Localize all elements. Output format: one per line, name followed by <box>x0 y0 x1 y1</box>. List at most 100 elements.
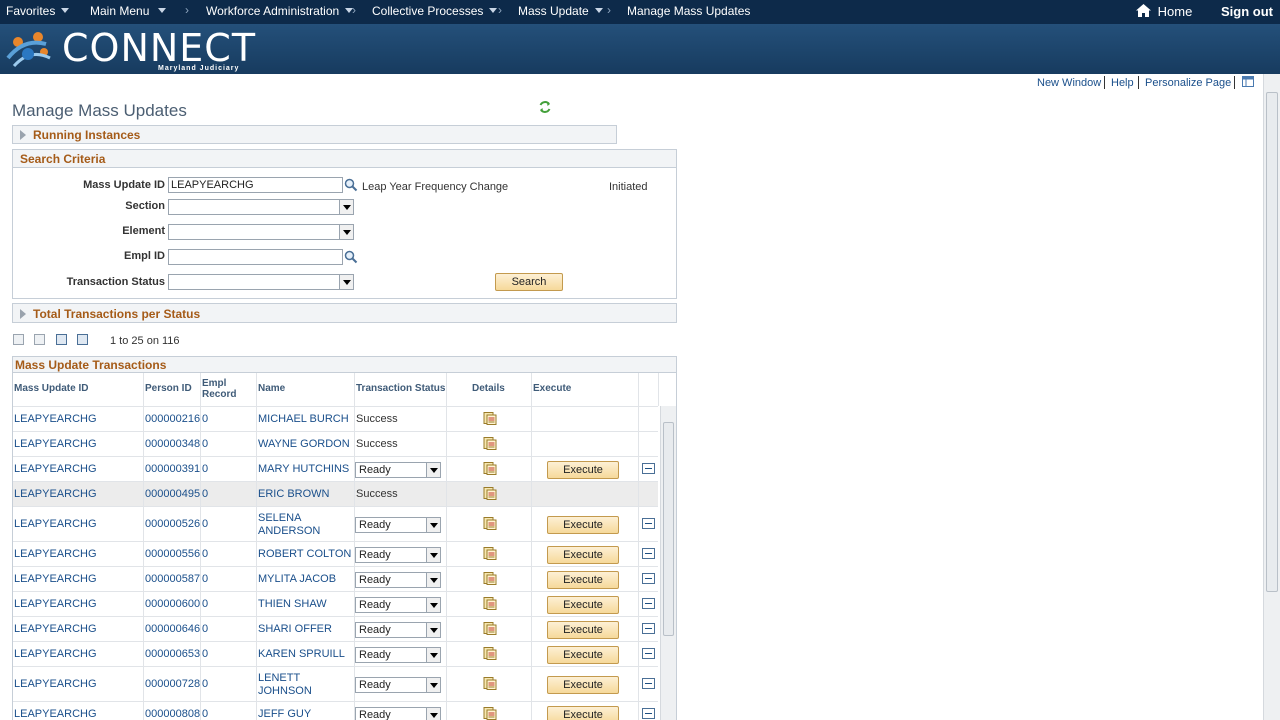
details-icon[interactable] <box>483 412 497 425</box>
mass-update-id-link[interactable]: LEAPYEARCHG <box>14 438 97 450</box>
person-id-link[interactable]: 000000348 <box>145 438 200 450</box>
delete-row-icon[interactable] <box>642 573 655 584</box>
personalize-page-link[interactable]: Personalize Page <box>1145 77 1231 89</box>
delete-row-icon[interactable] <box>642 463 655 474</box>
mass-update-id-link[interactable]: LEAPYEARCHG <box>14 648 97 660</box>
delete-row-icon[interactable] <box>642 623 655 634</box>
empl-id-input[interactable] <box>168 249 343 265</box>
employee-name-link[interactable]: WAYNE GORDON <box>258 438 350 450</box>
mass-update-id-link[interactable]: LEAPYEARCHG <box>14 573 97 585</box>
delete-row-icon[interactable] <box>642 678 655 689</box>
employee-name-link[interactable]: KAREN SPRUILL <box>258 648 345 660</box>
employee-name-link[interactable]: MICHAEL BURCH <box>258 413 349 425</box>
transaction-status-select[interactable]: Ready <box>355 572 441 588</box>
details-icon[interactable] <box>483 572 497 585</box>
employee-name-line1[interactable]: SELENA <box>258 512 301 524</box>
details-icon[interactable] <box>483 517 497 530</box>
running-instances-header[interactable]: Running Instances <box>12 125 617 144</box>
transaction-status-select[interactable]: Ready <box>355 462 441 478</box>
person-id-link[interactable]: 000000587 <box>145 573 200 585</box>
main-menu[interactable]: Main Menu <box>90 4 167 18</box>
delete-row-icon[interactable] <box>642 598 655 609</box>
delete-row-icon[interactable] <box>642 518 655 529</box>
mass-update-id-link[interactable]: LEAPYEARCHG <box>14 413 97 425</box>
grid-scrollbar[interactable] <box>660 406 676 720</box>
delete-row-icon[interactable] <box>642 648 655 659</box>
column-name[interactable]: Name <box>258 383 285 394</box>
search-button[interactable]: Search <box>495 273 563 291</box>
column-empl-record-line1[interactable]: Empl <box>202 378 226 389</box>
details-icon[interactable] <box>483 622 497 635</box>
transaction-status-select[interactable] <box>168 274 354 290</box>
section-select[interactable] <box>168 199 354 215</box>
employee-name-line2[interactable]: JOHNSON <box>258 685 312 697</box>
employee-name-line2[interactable]: ANDERSON <box>258 525 320 537</box>
execute-button[interactable]: Execute <box>547 546 619 564</box>
person-id-link[interactable]: 000000391 <box>145 463 200 475</box>
execute-button[interactable]: Execute <box>547 621 619 639</box>
employee-name-line1[interactable]: LENETT <box>258 672 300 684</box>
person-id-link[interactable]: 000000646 <box>145 623 200 635</box>
transaction-status-select[interactable]: Ready <box>355 517 441 533</box>
transaction-status-select[interactable]: Ready <box>355 547 441 563</box>
details-icon[interactable] <box>483 437 497 450</box>
column-mass-update-id[interactable]: Mass Update ID <box>14 383 88 394</box>
last-page-button[interactable] <box>77 334 88 345</box>
transaction-status-select[interactable]: Ready <box>355 647 441 663</box>
new-window-link[interactable]: New Window <box>1037 77 1101 89</box>
help-link[interactable]: Help <box>1111 77 1134 89</box>
lookup-search-icon[interactable] <box>344 178 358 192</box>
breadcrumb-workforce-administration[interactable]: Workforce Administration <box>206 4 354 18</box>
transaction-status-select[interactable]: Ready <box>355 677 441 693</box>
column-empl-record-line2[interactable]: Record <box>202 389 236 400</box>
details-icon[interactable] <box>483 462 497 475</box>
person-id-link[interactable]: 000000216 <box>145 413 200 425</box>
previous-page-button[interactable] <box>34 334 45 345</box>
breadcrumb-mass-update[interactable]: Mass Update <box>518 4 603 18</box>
person-id-link[interactable]: 000000526 <box>145 518 200 530</box>
employee-name-link[interactable]: JEFF GUY <box>258 708 311 720</box>
transaction-status-select[interactable]: Ready <box>355 597 441 613</box>
employee-name-link[interactable]: ERIC BROWN <box>258 488 330 500</box>
total-transactions-header[interactable]: Total Transactions per Status <box>12 303 677 323</box>
details-icon[interactable] <box>483 547 497 560</box>
delete-row-icon[interactable] <box>642 548 655 559</box>
employee-name-link[interactable]: SHARI OFFER <box>258 623 332 635</box>
execute-button[interactable]: Execute <box>547 706 619 720</box>
details-icon[interactable] <box>483 487 497 500</box>
grid-scrollbar-thumb[interactable] <box>663 422 674 636</box>
execute-button[interactable]: Execute <box>547 461 619 479</box>
mass-update-id-link[interactable]: LEAPYEARCHG <box>14 708 97 720</box>
page-scrollbar[interactable] <box>1263 74 1280 720</box>
person-id-link[interactable]: 000000808 <box>145 708 200 720</box>
execute-button[interactable]: Execute <box>547 596 619 614</box>
details-icon[interactable] <box>483 597 497 610</box>
details-icon[interactable] <box>483 707 497 720</box>
mass-update-id-link[interactable]: LEAPYEARCHG <box>14 678 97 690</box>
sign-out-link[interactable]: Sign out <box>1221 4 1273 19</box>
layout-icon[interactable] <box>1242 76 1254 87</box>
breadcrumb-collective-processes[interactable]: Collective Processes <box>372 4 498 18</box>
transaction-status-select[interactable]: Ready <box>355 622 441 638</box>
mass-update-id-link[interactable]: LEAPYEARCHG <box>14 548 97 560</box>
details-icon[interactable] <box>483 677 497 690</box>
next-page-button[interactable] <box>56 334 67 345</box>
breadcrumb-manage-mass-updates[interactable]: Manage Mass Updates <box>627 4 750 18</box>
person-id-link[interactable]: 000000728 <box>145 678 200 690</box>
home-link[interactable]: Home <box>1136 4 1192 19</box>
column-transaction-status[interactable]: Transaction Status <box>356 383 445 394</box>
mass-update-id-link[interactable]: LEAPYEARCHG <box>14 623 97 635</box>
page-scrollbar-thumb[interactable] <box>1266 92 1278 592</box>
lookup-search-icon[interactable] <box>344 250 358 264</box>
details-icon[interactable] <box>483 647 497 660</box>
first-page-button[interactable] <box>13 334 24 345</box>
person-id-link[interactable]: 000000495 <box>145 488 200 500</box>
transaction-status-select[interactable]: Ready <box>355 707 441 720</box>
person-id-link[interactable]: 000000600 <box>145 598 200 610</box>
refresh-icon[interactable] <box>538 100 552 114</box>
execute-button[interactable]: Execute <box>547 676 619 694</box>
mass-update-id-link[interactable]: LEAPYEARCHG <box>14 488 97 500</box>
execute-button[interactable]: Execute <box>547 516 619 534</box>
favorites-menu[interactable]: Favorites <box>6 4 70 18</box>
mass-update-id-input[interactable]: LEAPYEARCHG <box>168 177 343 193</box>
